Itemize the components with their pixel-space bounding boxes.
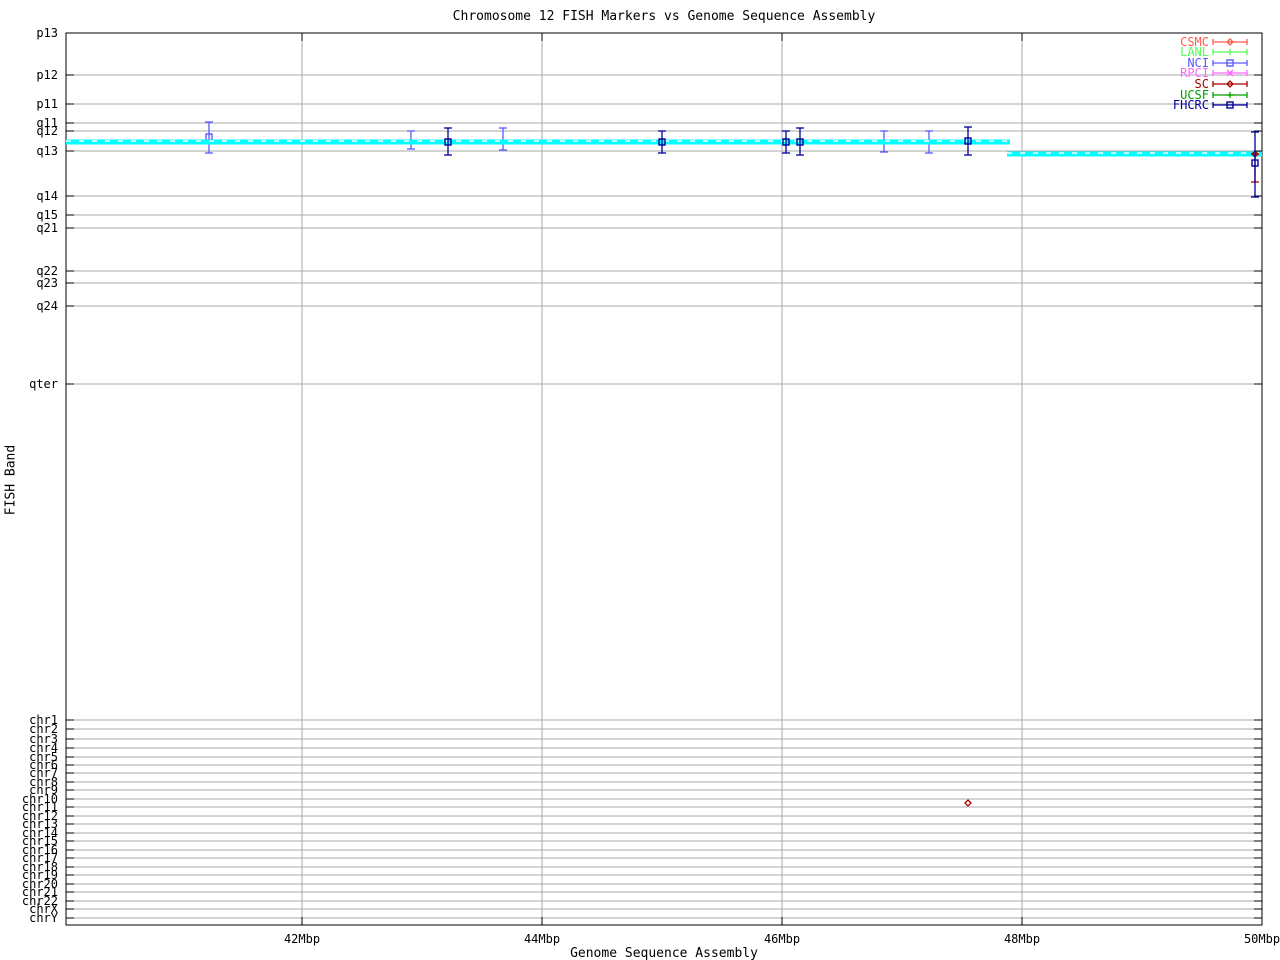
- x-tick-label-48Mbp: 48Mbp: [1003, 932, 1041, 946]
- y-tick-label-p11: p11: [36, 97, 58, 111]
- y-tick-label-q23: q23: [36, 276, 58, 290]
- x-tick-label-42Mbp: 42Mbp: [283, 932, 321, 946]
- chart-title: Chromosome 12 FISH Markers vs Genome Seq…: [452, 9, 876, 24]
- x-tick-label-46Mbp: 46Mbp: [763, 932, 801, 946]
- y-axis-title: FISH Band: [3, 444, 19, 516]
- y-tick-label-q15: q15: [36, 208, 58, 222]
- plot-canvas: [65, 32, 1263, 926]
- y-tick-label-q12: q12: [36, 124, 58, 138]
- y-tick-label-q24: q24: [36, 299, 58, 313]
- x-tick-label-50Mbp: 50Mbp: [1243, 932, 1280, 946]
- marker-sc: [964, 799, 972, 807]
- y-tick-label-q21: q21: [36, 221, 58, 235]
- y-tick-label-chrY: chrY: [29, 911, 58, 925]
- gnuplot-chart-window: Chromosome 12 FISH Markers vs Genome Seq…: [0, 0, 1280, 960]
- x-tick-label-44Mbp: 44Mbp: [523, 932, 561, 946]
- legend-label-fhcrc: FHCRC: [1172, 98, 1209, 112]
- y-tick-label-p13: p13: [36, 26, 58, 40]
- y-tick-label-q13: q13: [36, 144, 58, 158]
- y-tick-label-qter: qter: [29, 377, 58, 391]
- x-axis-title: Genome Sequence Assembly: [570, 946, 758, 960]
- y-tick-label-p12: p12: [36, 68, 58, 82]
- y-tick-label-q14: q14: [36, 189, 58, 203]
- plot-border: [65, 32, 1263, 926]
